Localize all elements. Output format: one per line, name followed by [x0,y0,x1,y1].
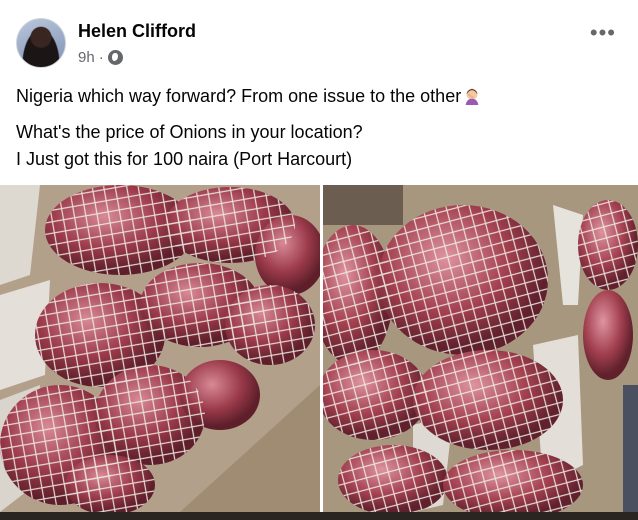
more-options-icon[interactable]: ••• [590,22,616,44]
post-line-1-text: Nigeria which way forward? From one issu… [16,86,462,106]
onion-bags-image-right [323,185,638,512]
facebook-post: Helen Clifford 9h · ••• Nigeria which wa… [0,0,638,520]
post-text-line-2: What's the price of Onions in your locat… [16,122,363,142]
post-text-line-1: Nigeria which way forward? From one issu… [16,86,481,107]
photo-bottom-strip [0,512,638,520]
meta-separator: · [98,49,104,66]
person-facepalming-emoji [465,88,479,105]
photo-grid [0,185,638,520]
post-time[interactable]: 9h [78,49,95,66]
globe-icon[interactable] [107,50,123,65]
author-avatar[interactable] [16,18,66,68]
post-text-line-3: I Just got this for 100 naira (Port Harc… [16,149,353,169]
author-name[interactable]: Helen Clifford [78,21,196,42]
onion-bags-photo-left[interactable] [0,185,320,512]
post-meta: 9h · [78,49,123,66]
onion-bags-photo-right[interactable] [323,185,638,512]
onion-bags-image-left [0,185,320,512]
